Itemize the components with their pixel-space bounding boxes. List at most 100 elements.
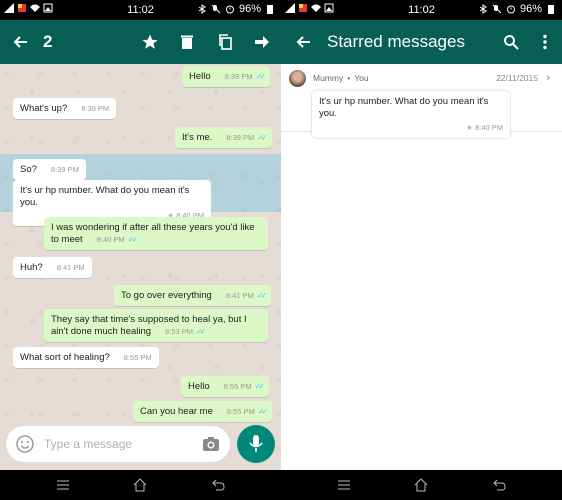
message-bubble[interactable]: What sort of healing? 8:55 PM — [13, 347, 159, 368]
camera-icon[interactable] — [202, 435, 220, 453]
message-meta: 8:39 PM — [50, 165, 79, 174]
recipient-name: You — [354, 73, 369, 83]
alarm-icon — [506, 5, 515, 14]
system-icons: 96% — [197, 3, 275, 15]
delete-button[interactable] — [175, 30, 199, 54]
battery-icon — [548, 5, 554, 14]
message-meta: 8:39 PM — [81, 104, 110, 113]
battery-percent: 96% — [519, 3, 542, 15]
message-bubble[interactable]: Hello 8:39 PM ✓✓ — [182, 66, 270, 87]
message-meta: 8:40 PM ✓✓ — [96, 235, 139, 244]
copy-button[interactable] — [213, 30, 237, 54]
chat-area: Hello 8:39 PM ✓✓ What's up? 8:39 PM It's me… — [0, 64, 281, 470]
more-options-button[interactable] — [533, 30, 557, 54]
read-ticks-icon: ✓✓ — [254, 382, 266, 391]
nav-bar — [281, 470, 562, 500]
message-meta: 8:55 PM — [123, 353, 152, 362]
arrow-back-icon — [296, 36, 310, 48]
message-bubble[interactable]: So? 8:39 PM — [13, 159, 86, 180]
sender-line: Mummy • You — [313, 73, 369, 83]
read-ticks-icon: ✓✓ — [257, 407, 269, 416]
page-title: Starred messages — [327, 32, 465, 51]
starred-toolbar: Starred messages — [281, 20, 562, 64]
mute-icon — [211, 4, 221, 14]
message-bubble[interactable]: Huh? 8:41 PM — [13, 257, 92, 278]
star-icon: ★ — [465, 123, 474, 132]
nav-bar — [0, 470, 281, 500]
forward-icon — [255, 36, 269, 48]
delete-icon — [181, 35, 193, 49]
message-text: Hello — [189, 71, 211, 82]
starred-screen: 11:02 96% Starred messages Mummy • You 22/… — [281, 0, 562, 500]
separator: • — [347, 73, 351, 83]
message-text: Can you hear me — [140, 406, 213, 417]
more-vert-icon — [543, 34, 547, 50]
emoji-icon[interactable] — [15, 434, 35, 454]
message-meta: 8:55 PM ✓✓ — [226, 407, 269, 416]
back-button[interactable] — [291, 30, 315, 54]
star-button[interactable] — [138, 30, 162, 54]
message-bubble[interactable]: What's up? 8:39 PM — [13, 98, 117, 119]
mute-icon — [492, 4, 502, 14]
message-bubble[interactable]: It's me. 8:39 PM ✓✓ — [175, 127, 272, 148]
starred-message-item[interactable]: Mummy • You 22/11/2015 › It's ur hp number… — [281, 64, 562, 138]
star-icon — [142, 34, 158, 49]
message-bubble[interactable]: Can you hear me 8:55 PM ✓✓ — [133, 401, 273, 422]
alarm-icon — [225, 5, 234, 14]
system-icons: 96% — [478, 3, 556, 15]
starred-list: Mummy • You 22/11/2015 › It's ur hp number… — [281, 64, 562, 470]
selected-count: 2 — [43, 32, 53, 51]
back-nav-icon[interactable] — [491, 478, 507, 492]
avatar — [289, 70, 306, 87]
menu-icon[interactable] — [336, 478, 352, 492]
back-nav-icon[interactable] — [210, 478, 226, 492]
menu-icon[interactable] — [55, 478, 71, 492]
message-text: What sort of healing? — [20, 352, 110, 363]
mic-button[interactable] — [237, 425, 275, 463]
status-bar: 11:02 96% — [281, 0, 562, 20]
read-ticks-icon: ✓✓ — [255, 72, 267, 81]
message-text: They say that time's supposed to heal ya… — [51, 314, 247, 337]
arrow-back-icon — [13, 36, 27, 48]
read-ticks-icon: ✓✓ — [257, 133, 268, 142]
message-bubble[interactable]: They say that time's supposed to heal ya… — [44, 309, 268, 342]
message-text: Hello — [188, 381, 210, 392]
message-text: It's me. — [182, 132, 213, 143]
bluetooth-icon — [198, 4, 206, 14]
message-bubble[interactable]: I was wondering if after all these years… — [44, 217, 268, 250]
message-text: It's ur hp number. What do you mean it's… — [319, 96, 489, 119]
sender-name: Mummy — [313, 73, 344, 83]
message-date: 22/11/2015 — [496, 73, 538, 83]
message-meta: 8:39 PM ✓✓ — [224, 72, 267, 81]
message-bubble[interactable]: To go over everything 8:41 PM ✓✓ — [114, 285, 272, 306]
message-text: So? — [20, 164, 37, 175]
message-bubble[interactable]: It's ur hp number. What do you mean it's… — [312, 91, 510, 138]
back-button[interactable] — [8, 30, 32, 54]
message-bubble[interactable]: Hello 8:55 PM ✓✓ — [181, 376, 269, 397]
message-input[interactable]: Type a message — [44, 437, 132, 451]
message-meta: 8:39 PM ✓✓ — [226, 133, 268, 142]
message-text: It's ur hp number. What do you mean it's… — [20, 185, 190, 208]
mic-icon — [249, 435, 263, 452]
read-ticks-icon: ✓✓ — [196, 327, 207, 336]
chat-screen: 11:02 96% 2 Hello 8:39 PM ✓✓ What's up? … — [0, 0, 281, 500]
forward-button[interactable] — [250, 30, 274, 54]
message-text: Huh? — [20, 262, 43, 273]
message-meta: 8:53 PM ✓✓ — [165, 327, 207, 336]
bluetooth-icon — [479, 4, 487, 14]
home-icon[interactable] — [413, 478, 429, 492]
home-icon[interactable] — [132, 478, 148, 492]
search-button[interactable] — [499, 30, 523, 54]
message-input-bar: Type a message — [6, 426, 230, 462]
message-meta: 8:41 PM — [56, 263, 85, 272]
search-icon — [504, 35, 519, 50]
read-ticks-icon: ✓✓ — [256, 291, 268, 300]
copy-icon — [219, 34, 232, 50]
battery-icon — [267, 5, 273, 14]
message-text: I was wondering if after all these years… — [51, 222, 255, 245]
read-ticks-icon: ✓✓ — [127, 235, 139, 244]
selection-toolbar: 2 — [0, 20, 281, 64]
status-bar: 11:02 96% — [0, 0, 281, 20]
message-meta: 8:55 PM ✓✓ — [223, 382, 266, 391]
chevron-right-icon: › — [546, 72, 550, 84]
